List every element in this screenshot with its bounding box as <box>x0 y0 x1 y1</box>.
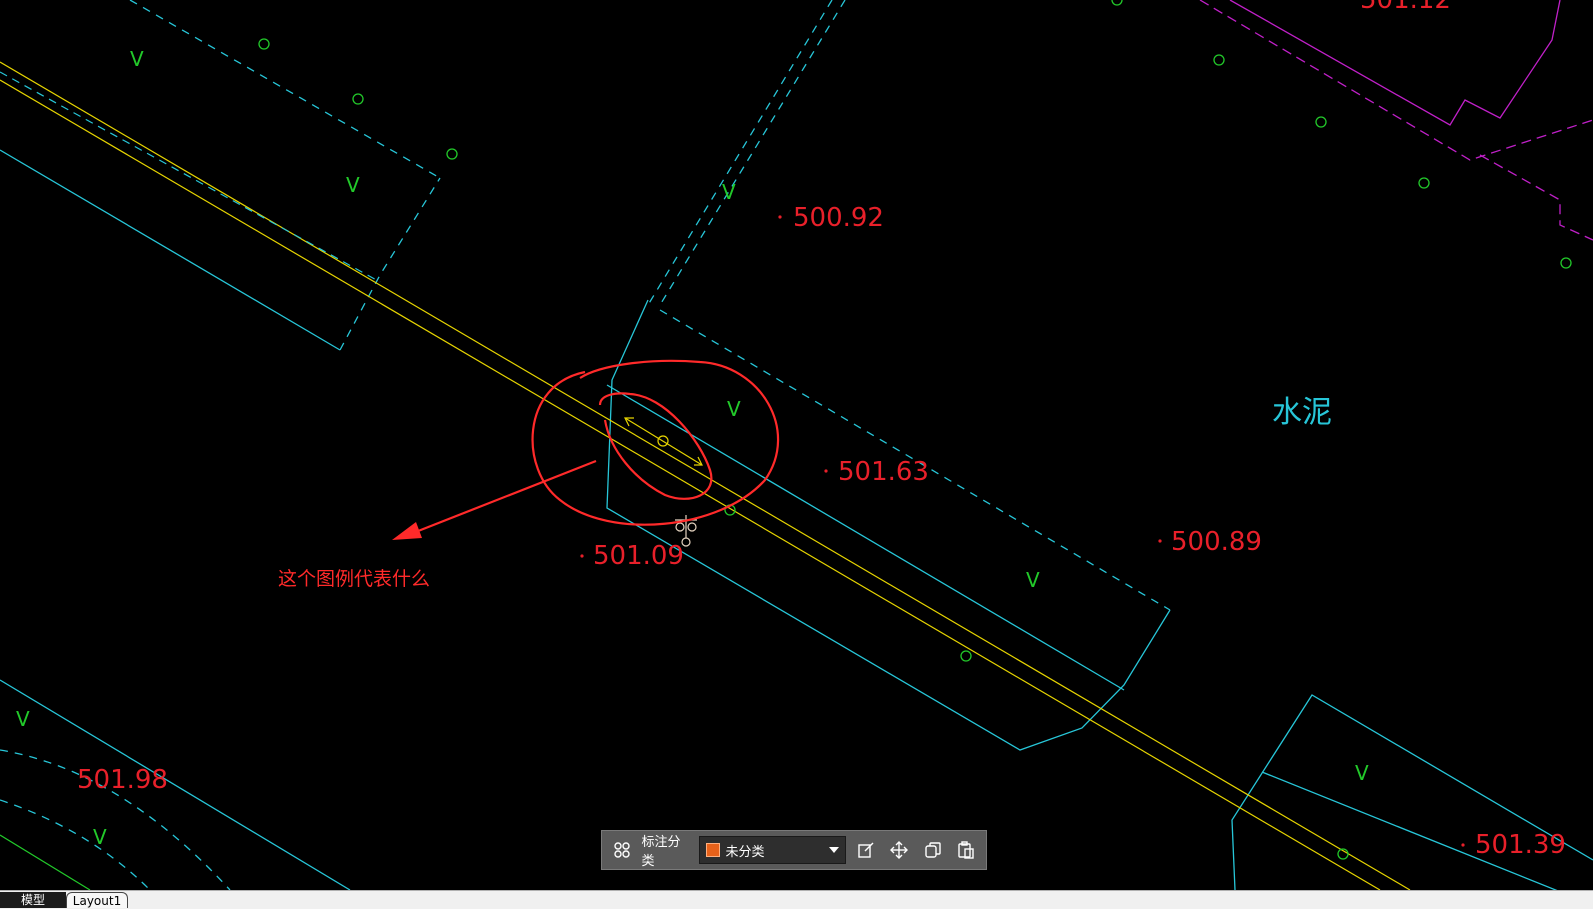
vegetation-symbol: V <box>93 825 107 849</box>
tree-symbol <box>1418 177 1430 189</box>
elevation-label: 501.12 <box>1360 0 1451 15</box>
tree-symbol <box>1213 54 1225 66</box>
paste-icon[interactable] <box>953 836 980 864</box>
elevation-point <box>1158 539 1162 543</box>
elevation-point <box>1461 843 1465 847</box>
tab-model[interactable]: 模型 <box>0 892 66 908</box>
tree-symbol <box>446 148 458 160</box>
chevron-down-icon <box>829 847 840 853</box>
material-label: 水泥 <box>1272 395 1332 430</box>
lower-right-parcel <box>1231 694 1593 890</box>
layout-tab-bar: 模型 Layout1 <box>0 890 1593 909</box>
road-centerline-1 <box>0 61 1411 890</box>
green-boundary-line <box>0 834 91 890</box>
lane-dashed-1 <box>659 0 846 306</box>
parcel-edge-dashed <box>339 177 441 351</box>
elevation-label: 501.39 <box>1475 830 1566 860</box>
elevation-point <box>778 215 782 219</box>
markup-outer-circle <box>531 359 780 526</box>
vegetation-symbol: V <box>1026 568 1040 592</box>
markup-arrow-head <box>392 522 422 540</box>
edit-icon[interactable] <box>852 836 879 864</box>
move-icon[interactable] <box>886 836 913 864</box>
annotation-category-label: 标注分类 <box>641 835 681 869</box>
property-line-3 <box>1479 154 1593 241</box>
tree-symbol <box>960 650 972 662</box>
elevation-label: 500.89 <box>1171 527 1262 557</box>
category-dropdown[interactable]: 未分类 <box>698 836 847 864</box>
markup-arrow-shaft <box>407 459 597 537</box>
vegetation-symbol: V <box>1355 761 1369 785</box>
grid-icon[interactable] <box>608 836 635 864</box>
copy-icon[interactable] <box>919 836 946 864</box>
tree-symbol <box>352 93 364 105</box>
elevation-label: 501.63 <box>838 457 929 487</box>
pavement-outline <box>606 299 1171 751</box>
tree-symbol <box>1560 257 1572 269</box>
curb-line <box>606 384 1125 691</box>
queried-legend-symbol[interactable] <box>624 417 703 466</box>
lower-left-edge <box>0 679 351 890</box>
road-centerline-2 <box>0 79 1381 890</box>
elevation-point <box>824 469 828 473</box>
property-line-1 <box>1229 0 1561 126</box>
property-line-2 <box>1199 0 1593 161</box>
tab-layout1[interactable]: Layout1 <box>66 892 128 908</box>
vegetation-symbol: V <box>16 707 30 731</box>
vegetation-symbol: V <box>346 173 360 197</box>
annotation-toolbar: 标注分类 未分类 <box>601 830 987 870</box>
road-dashed-edge <box>0 71 381 283</box>
elevation-point <box>580 554 584 558</box>
cad-drawing-canvas[interactable]: V V V V V V V V 500.92 501.63 501.09 500… <box>0 0 1593 890</box>
elevation-label: 501.98 <box>77 765 168 795</box>
category-value: 未分类 <box>725 844 765 860</box>
lane-dashed-2 <box>647 0 833 306</box>
tree-symbol <box>258 38 270 50</box>
vegetation-symbol: V <box>722 180 736 204</box>
lower-left-dashed-curve-2 <box>0 799 151 890</box>
markup-inner-circle <box>598 392 713 500</box>
elevation-label: 501.09 <box>593 541 684 571</box>
tree-symbol <box>1315 116 1327 128</box>
category-color-swatch <box>705 843 720 857</box>
parcel-top-dashed <box>129 0 441 179</box>
vegetation-symbol: V <box>130 47 144 71</box>
annotation-question: 这个图例代表什么 <box>278 568 430 590</box>
tree-symbol <box>1111 0 1123 6</box>
vegetation-symbol: V <box>727 397 741 421</box>
elevation-label: 500.92 <box>793 203 884 233</box>
